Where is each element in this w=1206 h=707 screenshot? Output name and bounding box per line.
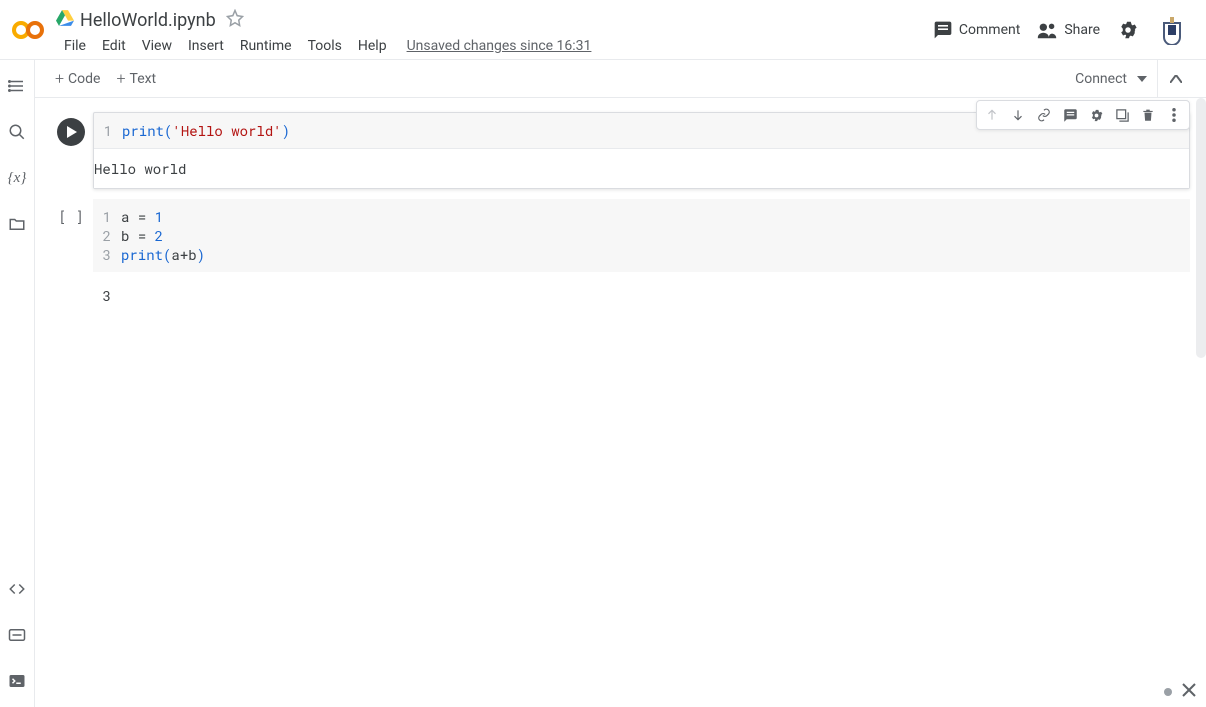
line-number: 2	[93, 226, 121, 245]
add-text-label: Text	[130, 71, 157, 87]
settings-icon[interactable]	[1116, 18, 1140, 42]
share-label: Share	[1064, 22, 1100, 38]
code-snippets-icon[interactable]	[7, 579, 27, 599]
command-palette-icon[interactable]	[7, 625, 27, 645]
add-text-button[interactable]: +Text	[108, 65, 164, 92]
search-icon[interactable]	[7, 122, 27, 142]
code-editor[interactable]: 1a = 1 2b = 2 3print(a+b)	[93, 199, 1190, 272]
code-content: a = 1	[121, 207, 163, 226]
run-cell-button[interactable]	[57, 118, 85, 146]
status-dot-icon	[1164, 688, 1172, 696]
drive-icon	[56, 10, 74, 30]
output-text: 3	[93, 286, 121, 305]
line-number: 1	[93, 207, 121, 226]
cell-output: Hello world	[94, 148, 1189, 188]
cell-output-row: 3	[49, 274, 1198, 313]
notebook-toolbar: +Code +Text Connect	[35, 60, 1206, 98]
menu-insert[interactable]: Insert	[180, 34, 232, 58]
share-button[interactable]: Share	[1036, 19, 1100, 41]
menu-tools[interactable]: Tools	[300, 34, 350, 58]
cell-settings-button[interactable]	[1083, 103, 1109, 127]
notebook-area: 1print('Hello world') Hello world [ ] 1a…	[35, 98, 1206, 707]
star-icon[interactable]	[226, 9, 244, 31]
user-avatar[interactable]	[1156, 14, 1188, 46]
line-number: 1	[94, 121, 122, 140]
comment-cell-button[interactable]	[1057, 103, 1083, 127]
menu-bar: File Edit View Insert Runtime Tools Help…	[56, 32, 933, 60]
comment-label: Comment	[959, 22, 1020, 38]
run-cell-placeholder[interactable]: [ ]	[57, 205, 85, 225]
menu-view[interactable]: View	[134, 34, 180, 58]
menu-runtime[interactable]: Runtime	[232, 34, 300, 58]
connect-button[interactable]: Connect	[1065, 71, 1157, 87]
colab-logo[interactable]	[8, 10, 48, 50]
more-cell-actions-button[interactable]	[1161, 103, 1187, 127]
status-bar	[1164, 682, 1196, 701]
code-cell[interactable]: [ ] 1a = 1 2b = 2 3print(a+b)	[49, 199, 1198, 272]
main-area: +Code +Text Connect	[35, 60, 1206, 707]
code-content: print(a+b)	[121, 245, 205, 264]
variables-icon[interactable]: {x}	[7, 168, 27, 188]
code-content: print('Hello world')	[122, 121, 290, 140]
notebook-title[interactable]: HelloWorld.ipynb	[80, 10, 216, 31]
add-code-label: Code	[68, 71, 100, 87]
link-cell-button[interactable]	[1031, 103, 1057, 127]
toc-icon[interactable]	[7, 76, 27, 96]
title-area: HelloWorld.ipynb File Edit View Insert R…	[56, 8, 933, 60]
code-content: b = 2	[121, 226, 163, 245]
header: HelloWorld.ipynb File Edit View Insert R…	[0, 0, 1206, 60]
move-cell-up-button[interactable]	[979, 103, 1005, 127]
collapse-header-button[interactable]	[1157, 60, 1194, 97]
comment-button[interactable]: Comment	[933, 20, 1020, 40]
cell-toolbar	[976, 100, 1190, 130]
output-text: Hello world	[94, 159, 1189, 178]
terminal-icon[interactable]	[7, 671, 27, 691]
move-cell-down-button[interactable]	[1005, 103, 1031, 127]
files-icon[interactable]	[7, 214, 27, 234]
left-rail: {x}	[0, 60, 35, 707]
close-icon[interactable]	[1182, 682, 1196, 701]
delete-cell-button[interactable]	[1135, 103, 1161, 127]
unsaved-changes-label[interactable]: Unsaved changes since 16:31	[407, 38, 592, 54]
connect-label: Connect	[1075, 71, 1127, 87]
menu-help[interactable]: Help	[350, 34, 395, 58]
mirror-cell-button[interactable]	[1109, 103, 1135, 127]
chevron-down-icon	[1137, 76, 1147, 82]
header-right: Comment Share	[933, 8, 1198, 46]
line-number: 3	[93, 245, 121, 264]
menu-file[interactable]: File	[56, 34, 94, 58]
menu-edit[interactable]: Edit	[94, 34, 134, 58]
add-code-button[interactable]: +Code	[47, 65, 108, 92]
